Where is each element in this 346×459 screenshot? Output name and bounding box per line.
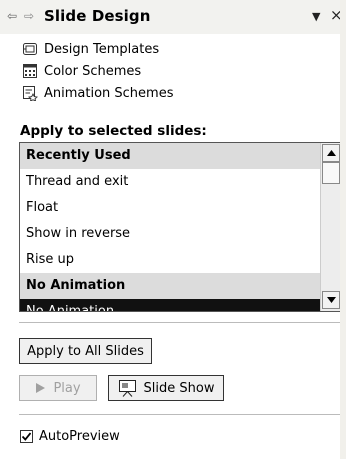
color-schemes-label: Color Schemes — [44, 63, 142, 79]
color-schemes-icon — [23, 64, 37, 78]
animation-schemes-icon — [23, 86, 38, 101]
apply-to-all-slides-button[interactable]: Apply to All Slides — [19, 338, 152, 364]
apply-to-selected-slides-label: Apply to selected slides: — [20, 123, 207, 139]
pane-right-edge — [340, 0, 346, 459]
list-item[interactable]: Float — [20, 195, 320, 221]
autopreview-option[interactable]: AutoPreview — [20, 429, 120, 444]
autopreview-label: AutoPreview — [39, 429, 120, 444]
play-button-label: Play — [53, 380, 81, 396]
slide-design-task-pane: ⇦ ⇨ Slide Design ▼ × Design Templates Co… — [0, 0, 343, 459]
slide-show-button-label: Slide Show — [143, 380, 215, 396]
animation-schemes-link[interactable]: Animation Schemes — [22, 83, 173, 103]
forward-arrow-icon[interactable]: ⇨ — [24, 9, 34, 23]
scroll-up-arrow-icon — [326, 150, 336, 156]
animation-schemes-label: Animation Schemes — [44, 85, 174, 101]
play-button[interactable]: Play — [19, 375, 97, 401]
design-templates-link[interactable]: Design Templates — [22, 39, 159, 59]
scroll-down-button[interactable] — [322, 291, 340, 309]
divider — [19, 414, 341, 415]
pane-menu-dropdown-icon[interactable]: ▼ — [312, 10, 320, 23]
list-group-header: No Animation — [20, 273, 320, 299]
task-pane-header: ⇦ ⇨ Slide Design ▼ × — [0, 0, 343, 34]
color-schemes-link[interactable]: Color Schemes — [22, 61, 141, 81]
pane-title: Slide Design — [44, 7, 151, 25]
scroll-up-button[interactable] — [322, 144, 340, 162]
listbox-scrollbar[interactable] — [320, 143, 342, 311]
list-item-selected[interactable]: No Animation — [20, 299, 320, 311]
slide-show-button[interactable]: Slide Show — [108, 375, 224, 401]
design-templates-icon — [23, 43, 37, 55]
animation-schemes-listbox[interactable]: Recently Used Thread and exit Float Show… — [19, 142, 343, 312]
autopreview-checkbox[interactable] — [20, 430, 33, 443]
divider — [19, 322, 341, 323]
list-item[interactable]: Show in reverse — [20, 221, 320, 247]
list-group-header: Recently Used — [20, 143, 320, 169]
design-templates-label: Design Templates — [44, 41, 160, 57]
scroll-thumb[interactable] — [322, 162, 340, 184]
play-icon — [36, 383, 46, 393]
checkmark-icon — [22, 432, 31, 441]
list-item[interactable]: Rise up — [20, 247, 320, 273]
slide-show-icon — [118, 380, 136, 397]
list-item[interactable]: Thread and exit — [20, 169, 320, 195]
scroll-down-arrow-icon — [326, 297, 336, 303]
back-arrow-icon[interactable]: ⇦ — [7, 9, 17, 23]
